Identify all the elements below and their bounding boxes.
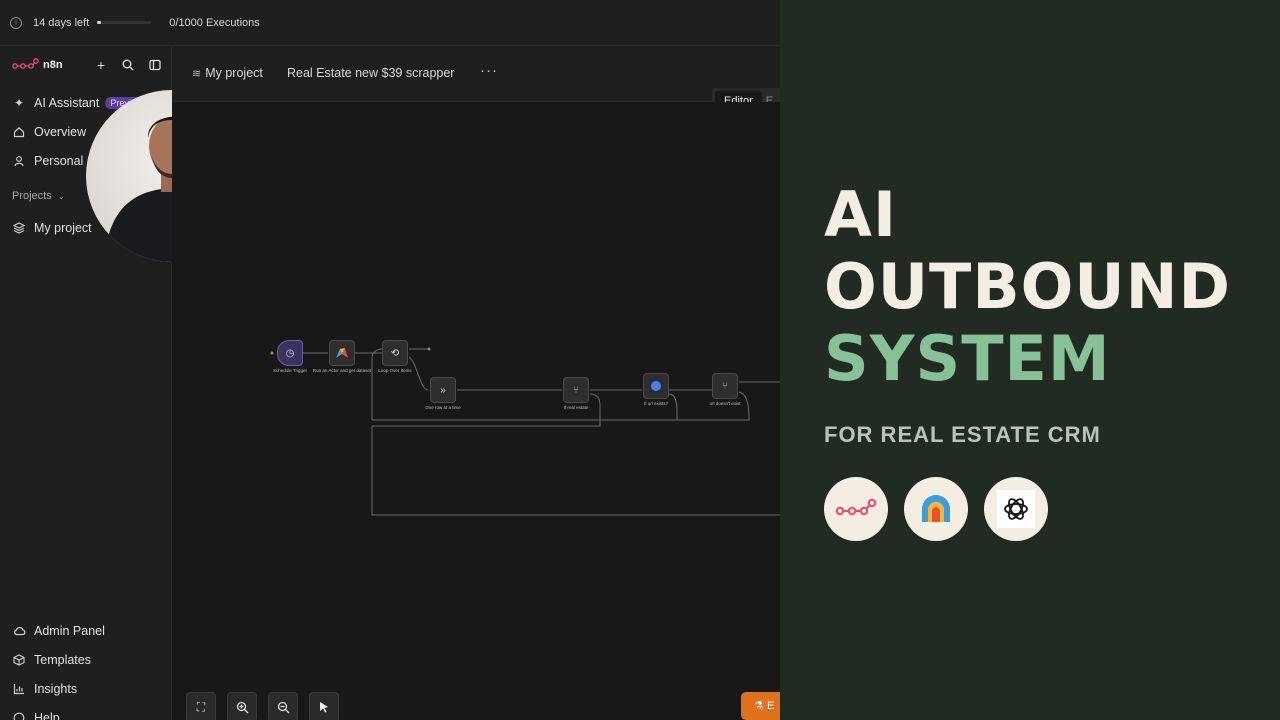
sidebar-item-label: Help	[34, 711, 60, 720]
sidebar-item-label: Admin Panel	[34, 624, 105, 638]
node-label: Run an Actor and get dataset	[312, 368, 372, 373]
executions-count: 0/1000 Executions	[169, 16, 260, 29]
test-workflow-button[interactable]: ⚗ E	[741, 692, 780, 720]
trial-progress-bar	[97, 21, 152, 24]
chevron-down-icon: ⌄	[57, 192, 65, 201]
node-run-actor[interactable]	[329, 340, 355, 366]
sidebar-item-label: Templates	[34, 653, 91, 667]
sidebar-item-insights[interactable]: Insights	[12, 680, 77, 698]
openai-logo-icon	[1004, 498, 1028, 520]
brand-row: n8n +	[12, 56, 164, 74]
clock-icon: ◷	[285, 347, 295, 359]
info-icon: i	[10, 16, 22, 29]
node-label: Schedule Trigger	[272, 368, 308, 373]
collapse-sidebar-icon[interactable]	[146, 56, 164, 74]
breadcrumb-project[interactable]: My project	[205, 66, 263, 80]
trial-topbar: i 14 days left 0/1000 Executions	[0, 0, 780, 46]
flask-icon: ⚗	[754, 700, 764, 712]
workflow-title[interactable]: Real Estate new $39 scrapper	[287, 66, 454, 80]
sidebar-item-help[interactable]: Help	[12, 709, 60, 720]
openai-logo-badge	[984, 477, 1048, 541]
n8n-logo-icon[interactable]	[12, 58, 40, 72]
sidebar-item-label: Insights	[34, 682, 78, 696]
projects-section-toggle[interactable]: Projects ⌄	[12, 190, 65, 202]
title-panel: AI OUTBOUND SYSTEM FOR REAL ESTATE CRM	[780, 0, 1280, 720]
sidebar-item-overview[interactable]: Overview	[12, 123, 86, 141]
projects-label: Projects	[12, 190, 52, 202]
user-icon	[12, 154, 26, 168]
sidebar-item-label: AI Assistant	[34, 96, 100, 110]
n8n-logo-badge	[824, 477, 888, 541]
trial-days-text: 14 days left	[33, 16, 90, 29]
layers-icon	[12, 221, 26, 235]
n8n-logo-icon	[835, 498, 877, 516]
sparkle-icon: ✦	[13, 96, 25, 110]
branch-icon: ⑂	[573, 384, 579, 396]
forward-icon: »	[440, 384, 446, 396]
node-label: url doesn't exist	[709, 401, 741, 406]
apify-logo-badge	[904, 477, 968, 541]
node-one-row[interactable]: »	[430, 377, 456, 403]
sidebar-item-admin-panel[interactable]: Admin Panel	[12, 622, 105, 640]
breadcrumb[interactable]: ≋ My project	[192, 66, 263, 80]
brand-name: n8n	[43, 59, 63, 71]
node-url-doesnt-exist[interactable]: ⑂	[712, 373, 738, 399]
sidebar-item-label: Personal	[34, 154, 84, 168]
sidebar-item-templates[interactable]: Templates	[12, 651, 91, 669]
openai-icon	[651, 381, 661, 391]
apify-icon	[336, 348, 348, 358]
fit-view-icon[interactable]: ⛶	[186, 692, 216, 720]
workflow-header: ≋ My project Real Estate new $39 scrappe…	[172, 46, 780, 102]
node-loop-over-items[interactable]: ⟲	[382, 340, 408, 366]
box-icon	[12, 653, 26, 667]
pointer-tool-icon[interactable]	[309, 692, 339, 720]
layers-icon: ≋	[192, 67, 202, 80]
sidebar-item-label: Overview	[34, 125, 87, 139]
node-label: One row at a time	[425, 405, 461, 410]
headline-line-3: SYSTEM	[824, 322, 1111, 395]
workflow-canvas[interactable]: ◷ Schedule Trigger Run an Actor and get …	[172, 102, 780, 720]
test-workflow-label: E	[766, 700, 775, 712]
n8n-app-window: i 14 days left 0/1000 Executions n8n + ✦…	[0, 0, 780, 720]
node-label: If real estate	[563, 405, 589, 410]
help-icon	[12, 711, 26, 720]
canvas-controls: ⛶	[186, 692, 339, 720]
branch-icon: ⑂	[722, 380, 728, 392]
add-icon[interactable]: +	[92, 56, 110, 74]
cloud-icon	[12, 624, 26, 638]
sidebar-item-label: My project	[34, 221, 92, 235]
node-schedule-trigger[interactable]: ◷	[277, 340, 303, 366]
node-label: Loop Over Items	[378, 368, 412, 373]
home-icon	[12, 125, 26, 139]
node-if-real-estate[interactable]: ⑂	[563, 377, 589, 403]
headline-line-1: AI	[824, 178, 898, 251]
chart-icon	[12, 682, 26, 696]
openai-logo-tile	[997, 490, 1035, 528]
subtitle: FOR REAL ESTATE CRM	[824, 422, 1101, 447]
node-label: If url exists?	[643, 401, 668, 406]
apify-logo-icon	[922, 495, 950, 522]
zoom-out-icon[interactable]	[268, 692, 298, 720]
zoom-in-icon[interactable]	[227, 692, 257, 720]
headline-line-2: OUTBOUND	[824, 250, 1232, 323]
workflow-connections	[270, 347, 780, 516]
more-options-icon[interactable]: ···	[480, 62, 498, 79]
sidebar-item-personal[interactable]: Personal	[12, 152, 83, 170]
loop-icon: ⟲	[390, 347, 400, 359]
search-icon[interactable]	[119, 56, 137, 74]
workflow-name[interactable]: Real Estate new $39 scrapper	[287, 66, 454, 80]
sidebar-item-my-project[interactable]: My project	[12, 219, 92, 237]
node-if-url-exists[interactable]	[643, 373, 669, 399]
